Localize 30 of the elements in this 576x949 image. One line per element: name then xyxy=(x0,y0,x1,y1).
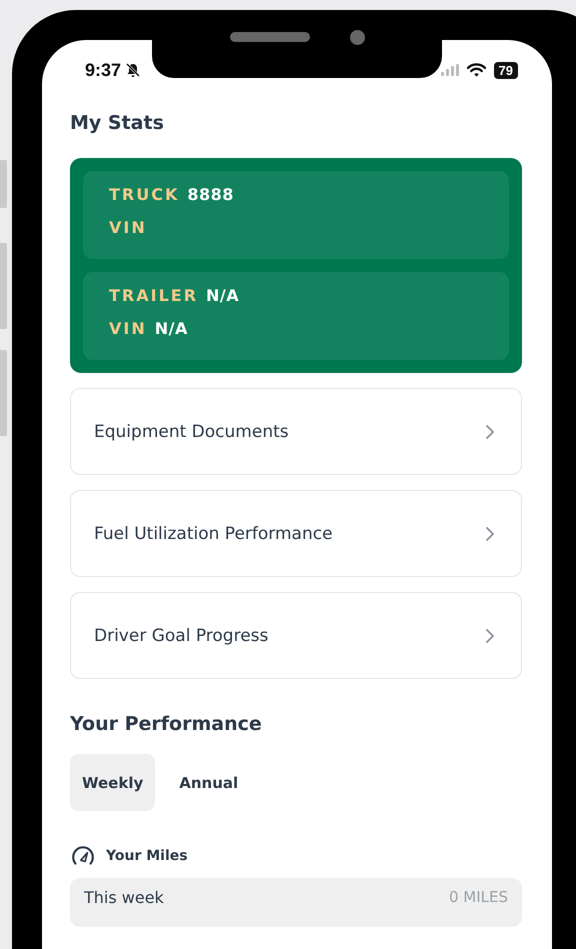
section-title: Your Performance xyxy=(70,712,263,737)
status-time: 9:37 xyxy=(85,60,122,80)
section-title: My Stats xyxy=(70,111,165,136)
menu-card[interactable]: Fuel Utilization Performance xyxy=(70,490,522,577)
chevron-right-icon xyxy=(485,628,495,644)
miles-value: 0 MILES xyxy=(448,888,508,907)
period-tab[interactable]: Weekly xyxy=(70,754,156,811)
miles-period: This week xyxy=(84,888,164,907)
chevron-right-icon xyxy=(485,526,495,542)
wifi-icon xyxy=(466,63,486,77)
camera-dot xyxy=(350,30,364,44)
miles-title: Your Miles xyxy=(106,848,188,864)
vehicle-label: TRUCK xyxy=(109,185,180,204)
vehicle-label: VIN xyxy=(109,218,147,237)
menu-label: Fuel Utilization Performance xyxy=(94,524,333,544)
menu-label: Driver Goal Progress xyxy=(94,626,268,646)
menu-label: Equipment Documents xyxy=(94,422,289,442)
menu-card[interactable]: Driver Goal Progress xyxy=(70,592,522,679)
speedometer-icon xyxy=(70,845,96,867)
vehicle-value: N/A xyxy=(206,286,240,305)
battery-indicator: 79 xyxy=(494,62,518,78)
vehicle-value: 8888 xyxy=(187,185,234,204)
vehicle-value: N/A xyxy=(154,319,188,338)
period-tab[interactable]: Annual xyxy=(167,754,250,811)
vehicle-label: TRAILER xyxy=(109,286,198,305)
vehicle-label: VIN xyxy=(109,319,147,338)
muted-bell-icon xyxy=(125,62,142,78)
signal-icon xyxy=(440,64,459,76)
chevron-right-icon xyxy=(485,424,495,440)
menu-card[interactable]: Equipment Documents xyxy=(70,388,522,475)
